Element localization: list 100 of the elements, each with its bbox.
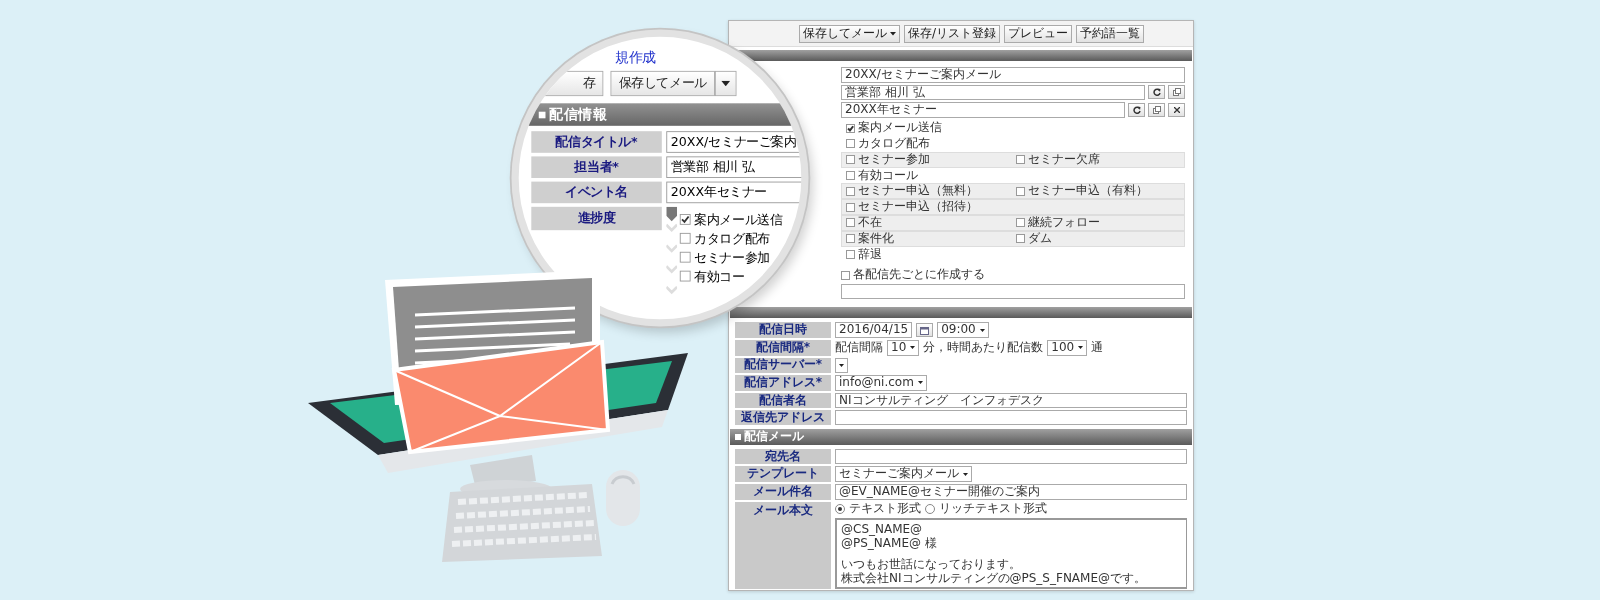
copy-icon (1152, 106, 1161, 115)
checkbox-label: 案内メール送信 (694, 212, 783, 227)
collapse-icon (735, 434, 741, 441)
clear-button[interactable] (1168, 103, 1185, 118)
checkbox[interactable] (846, 234, 855, 244)
checkbox[interactable] (846, 155, 855, 165)
toolbar-button[interactable]: 予約語一覧 (1076, 25, 1145, 43)
section-title: 配信メール (744, 430, 804, 445)
checkbox-label: カタログ配布 (694, 231, 770, 246)
field-text: 分，時間あたり配信数 (923, 340, 1044, 355)
close-icon (1173, 107, 1180, 114)
date-field[interactable]: 2016/04/15 (835, 322, 913, 338)
checkbox-label: 各配信先ごとに作成する (853, 268, 985, 283)
section-title: 配信情報 (549, 105, 607, 124)
text-field[interactable]: @EV_NAME@セミナー開催のご案内 (835, 484, 1187, 500)
field-label: 担当者* (531, 156, 662, 178)
text-field[interactable] (835, 410, 1187, 426)
checkbox-label: 継続フォロー (1028, 215, 1100, 230)
split-button[interactable]: 保存してメール (610, 70, 715, 97)
caret-icon (910, 346, 916, 350)
checkbox[interactable] (841, 270, 850, 280)
link[interactable]: 規作成 (615, 50, 656, 66)
refresh-icon (1152, 88, 1161, 97)
caret-icon (839, 363, 844, 367)
checkbox-label: セミナー申込（無料） (858, 184, 978, 199)
dropdown-button[interactable] (714, 70, 737, 97)
checkbox[interactable] (679, 232, 691, 244)
checkbox-label: セミナー欠席 (1028, 152, 1100, 167)
checkbox[interactable] (846, 139, 855, 149)
select-field[interactable]: セミナーご案内メール (835, 466, 972, 483)
refresh-button[interactable] (1148, 85, 1165, 100)
caret-icon (917, 381, 923, 385)
select-field[interactable]: 10 (887, 339, 920, 356)
select-field[interactable] (835, 357, 848, 373)
checkbox-label: セミナー参加 (858, 152, 930, 167)
field-label: イベント名 (531, 181, 662, 204)
text-field[interactable]: 20XX年セミナー (841, 102, 1125, 119)
split-button[interactable]: 保存してメール (799, 25, 900, 43)
field-label: テンプレート (735, 466, 831, 483)
checkbox-label: カタログ配布 (858, 137, 930, 151)
checkbox[interactable] (846, 170, 855, 180)
message-field[interactable]: @CS_NAME@ @PS_NAME@ 様 いつもお世話になっております。 株式会社NIコンサルティングの@PS_S_FNAME@です。 (835, 517, 1187, 590)
field-label: 配信間隔* (735, 339, 831, 356)
checkbox-label: 案内メール送信 (858, 121, 942, 135)
checkbox[interactable] (679, 251, 691, 263)
checkbox[interactable] (679, 270, 691, 282)
caret-icon (1078, 346, 1084, 350)
field-label: 進捗度 (531, 206, 662, 231)
toolbar-button[interactable]: 保存/リスト登録 (904, 25, 1001, 43)
checkbox[interactable] (1016, 155, 1025, 165)
checkbox[interactable] (846, 123, 855, 133)
radio-button[interactable] (835, 503, 845, 514)
text-field[interactable] (835, 449, 1187, 465)
caret-icon (721, 80, 731, 87)
caret-icon (979, 328, 985, 332)
field-label: 配信日時 (735, 322, 831, 338)
checkbox-label: 辞退 (858, 247, 882, 262)
copy-button[interactable] (1148, 103, 1165, 118)
checkbox[interactable] (1016, 186, 1025, 196)
select-field[interactable]: info@ni.com (835, 374, 927, 391)
field-label: 配信アドレス* (735, 374, 831, 391)
checkbox[interactable] (1016, 234, 1025, 244)
refresh-icon (1132, 106, 1141, 115)
check-icon (680, 214, 690, 224)
check-icon (847, 124, 854, 132)
field-label: 配信タイトル* (531, 131, 662, 153)
text-field[interactable]: 20XX/セミナーご案内メール (841, 66, 1185, 83)
text-field[interactable]: NIコンサルティング インフォデスク (835, 392, 1187, 409)
checkbox-label: セミナー参加 (694, 250, 770, 265)
field-label: 配信者名 (735, 392, 831, 409)
checkbox-label: 有効コー (694, 268, 745, 284)
collapse-icon (538, 110, 546, 119)
checkbox[interactable] (846, 202, 855, 212)
checkbox-label: ダム (1028, 231, 1052, 246)
toolbar-button[interactable]: プレビュー (1004, 25, 1073, 43)
field-label: 配信サーバー* (735, 357, 831, 373)
field-label: 宛先名 (735, 449, 831, 465)
checkbox[interactable] (846, 186, 855, 196)
select-field[interactable]: 100 (1047, 339, 1088, 356)
calendar-icon (920, 325, 930, 335)
copy-button[interactable] (1168, 85, 1185, 100)
field-text: 配信間隔 (835, 340, 883, 355)
text-field[interactable] (841, 284, 1185, 300)
radio-label: テキスト形式 (849, 501, 921, 516)
checkbox[interactable] (1016, 218, 1025, 228)
checkbox-label: セミナー申込（有料） (1028, 184, 1148, 199)
field-label: メール本文 (735, 501, 831, 590)
calendar-button[interactable] (916, 323, 934, 338)
checkbox[interactable] (679, 214, 691, 225)
copy-icon (1172, 88, 1181, 97)
radio-button[interactable] (925, 503, 935, 514)
checkbox-label: 有効コール (858, 168, 918, 183)
checkbox-label: 不在 (858, 215, 882, 230)
checkbox[interactable] (846, 249, 855, 259)
checkbox[interactable] (846, 218, 855, 228)
refresh-button[interactable] (1128, 103, 1145, 118)
text-field[interactable]: 営業部 相川 弘 (841, 84, 1145, 101)
select-field[interactable]: 09:00 (937, 322, 989, 338)
caret-icon (890, 32, 896, 36)
checkbox-label: 案件化 (858, 231, 894, 246)
